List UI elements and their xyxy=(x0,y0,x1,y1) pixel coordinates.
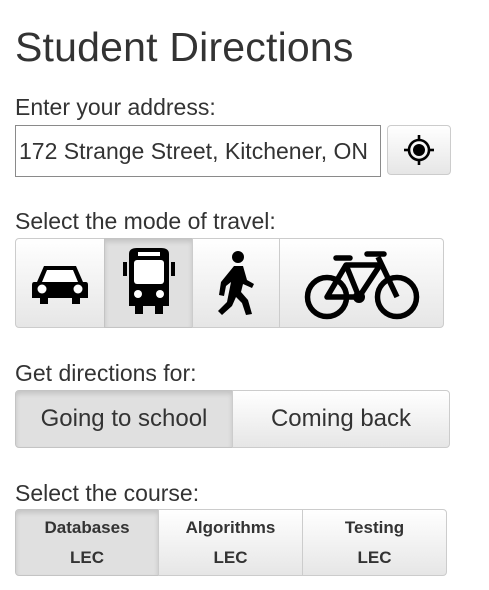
bus-icon xyxy=(119,248,179,318)
course-name: Algorithms xyxy=(185,517,276,537)
course-option-databases[interactable]: Databases LEC xyxy=(15,509,159,576)
bicycle-icon xyxy=(302,246,422,320)
course-type: LEC xyxy=(213,547,248,567)
course-option-algorithms[interactable]: Algorithms LEC xyxy=(158,509,303,576)
course-name: Testing xyxy=(344,517,405,537)
bus-mode-button[interactable] xyxy=(104,238,193,328)
address-label: Enter your address: xyxy=(15,94,216,120)
locate-button[interactable] xyxy=(387,125,451,175)
walking-icon xyxy=(214,250,258,316)
directions-group: Going to school Coming back xyxy=(15,390,450,448)
bike-mode-button[interactable] xyxy=(279,238,444,328)
course-group: Databases LEC Algorithms LEC Testing LEC xyxy=(15,509,447,576)
course-type: LEC xyxy=(70,547,104,567)
address-input[interactable] xyxy=(15,125,381,177)
course-type: LEC xyxy=(357,547,392,567)
car-mode-button[interactable] xyxy=(15,238,105,328)
course-option-testing[interactable]: Testing LEC xyxy=(302,509,447,576)
course-label: Select the course: xyxy=(15,480,200,506)
going-to-school-button[interactable]: Going to school xyxy=(15,390,233,448)
travel-mode-group xyxy=(15,238,444,328)
walk-mode-button[interactable] xyxy=(192,238,280,328)
course-name: Databases xyxy=(44,517,130,537)
page-title: Student Directions xyxy=(15,24,354,70)
crosshair-locate-icon xyxy=(403,134,435,166)
car-icon xyxy=(30,258,90,308)
travel-mode-label: Select the mode of travel: xyxy=(15,208,276,234)
directions-label: Get directions for: xyxy=(15,360,197,386)
coming-back-button[interactable]: Coming back xyxy=(232,390,450,448)
